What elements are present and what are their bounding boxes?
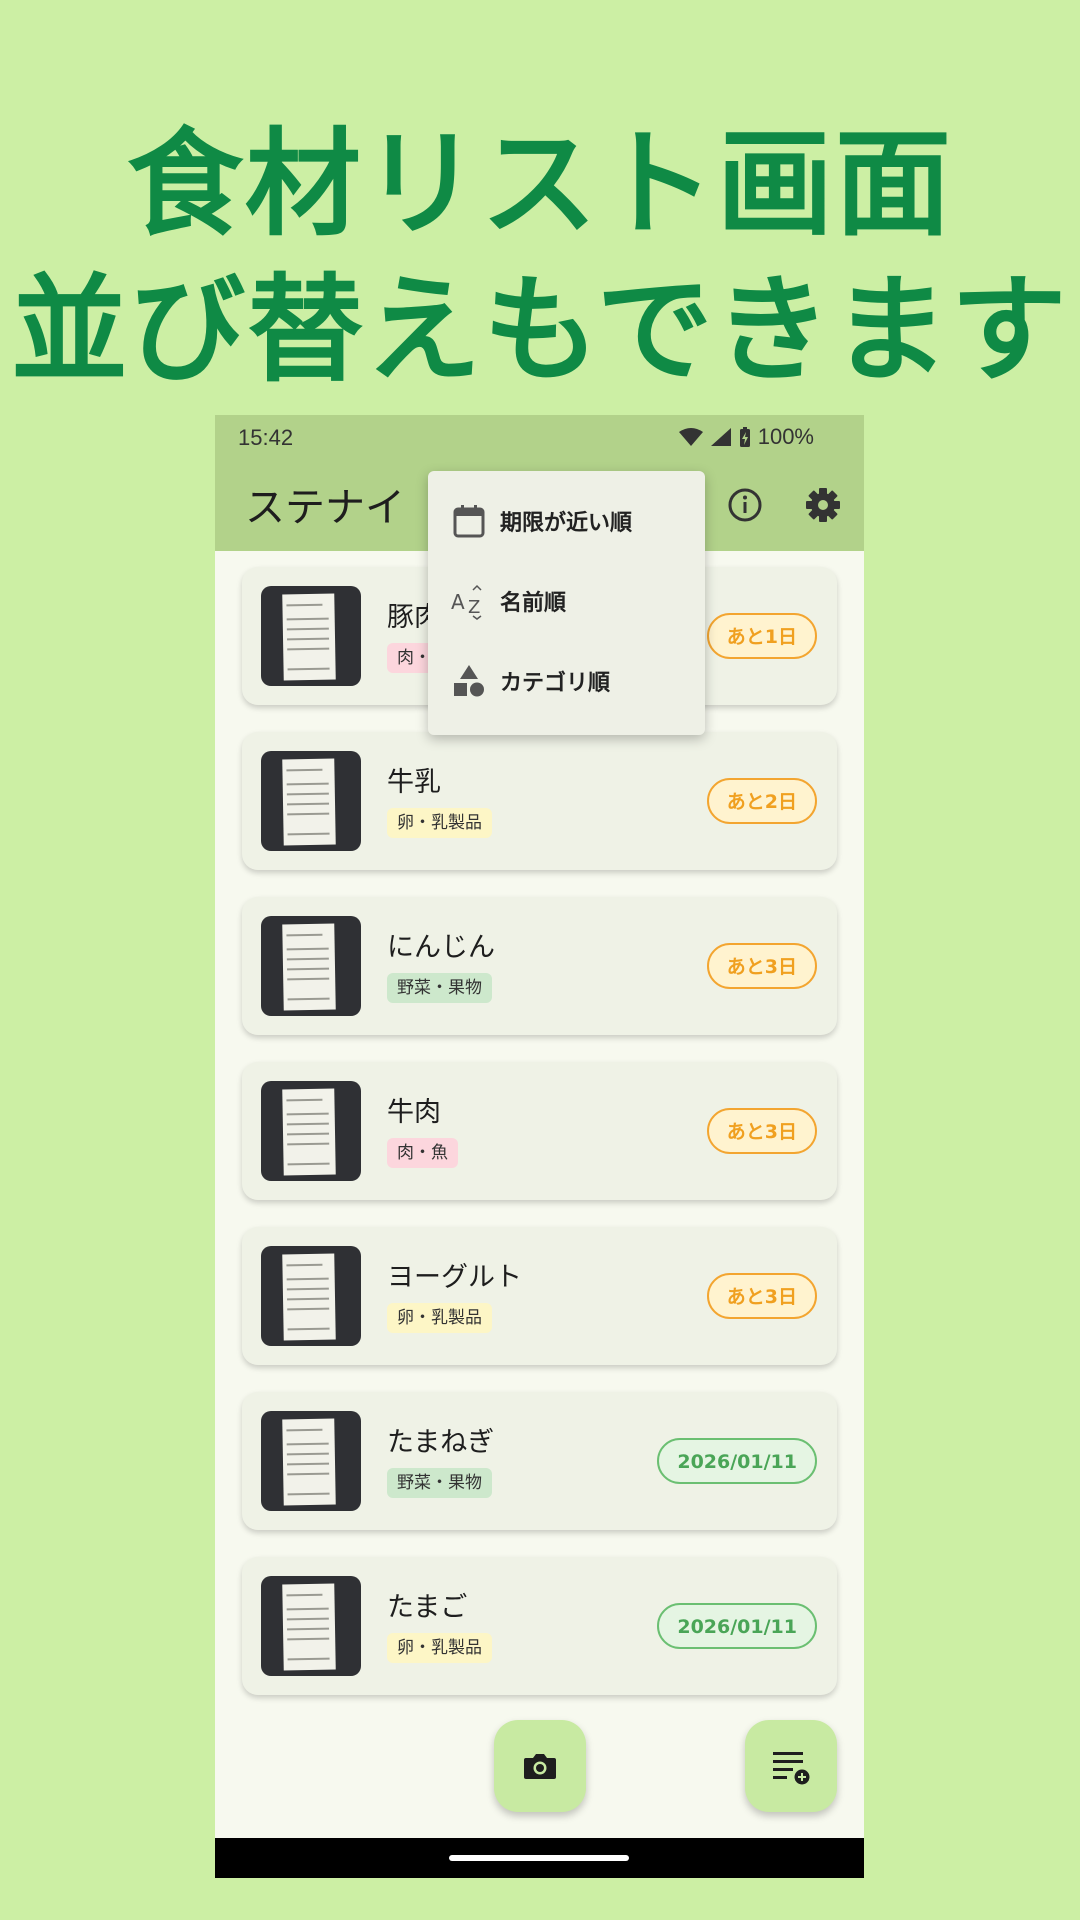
food-name: 牛肉 <box>387 1097 441 1128</box>
camera-button[interactable] <box>494 1720 586 1812</box>
food-card[interactable]: たまご 卵・乳製品 2026/01/11 <box>242 1557 837 1695</box>
receipt-thumbnail <box>261 1411 361 1511</box>
category-tag: 肉・魚 <box>387 1138 458 1168</box>
expiry-badge: あと2日 <box>706 778 817 824</box>
food-name: 牛乳 <box>387 767 441 798</box>
headline-line-2: 並び替えもできます <box>11 263 1069 398</box>
home-gesture-handle[interactable] <box>449 1855 629 1861</box>
expiry-badge: あと3日 <box>706 943 817 989</box>
category-tag: 卵・乳製品 <box>387 1303 492 1333</box>
food-card[interactable]: たまねぎ 野菜・果物 2026/01/11 <box>242 1392 837 1530</box>
expiry-badge: あと3日 <box>706 1108 817 1154</box>
navigation-bar <box>215 1838 864 1878</box>
info-icon[interactable] <box>725 485 765 525</box>
menu-item-label: 期限が近い順 <box>500 511 633 536</box>
sort-menu: 期限が近い順 A Z 名前順 カテゴリ順 <box>428 471 705 735</box>
receipt-thumbnail <box>261 1576 361 1676</box>
food-name: ヨーグルト <box>387 1262 522 1293</box>
svg-text:Z: Z <box>468 597 480 618</box>
sort-by-name[interactable]: A Z 名前順 <box>428 566 705 636</box>
food-list: 豚肉 肉・魚 あと1日 牛乳 卵・乳製品 あと2日 にんじん 野菜・果物 あと3… <box>242 567 837 1722</box>
battery-icon <box>739 427 750 447</box>
food-card[interactable]: にんじん 野菜・果物 あと3日 <box>242 897 837 1035</box>
food-name: たまねぎ <box>387 1427 495 1458</box>
food-card[interactable]: 牛乳 卵・乳製品 あと2日 <box>242 732 837 870</box>
receipt-thumbnail <box>261 586 361 686</box>
headline-line-1: 食材リスト画面 <box>127 117 953 252</box>
category-tag: 野菜・果物 <box>387 1468 492 1498</box>
add-list-icon <box>773 1752 810 1785</box>
status-time: 15:42 <box>238 425 294 450</box>
food-name: たまご <box>387 1592 468 1623</box>
food-card[interactable]: 牛肉 肉・魚 あと3日 <box>242 1062 837 1200</box>
receipt-thumbnail <box>261 751 361 851</box>
phone-screen: 15:42 100% ステナイ 豚肉 肉・魚 あと1日 牛乳 卵・乳製品 あと2… <box>215 415 864 1878</box>
status-icons: 100% <box>678 424 814 450</box>
category-tag: 卵・乳製品 <box>387 808 492 838</box>
expiry-badge: あと1日 <box>706 613 817 659</box>
expiry-badge: 2026/01/11 <box>657 1603 817 1649</box>
app-title: ステナイ <box>245 485 405 531</box>
sort-by-category[interactable]: カテゴリ順 <box>428 646 705 716</box>
category-tag: 卵・乳製品 <box>387 1633 492 1663</box>
shapes-icon <box>454 665 484 697</box>
az-sort-icon: A Z <box>451 584 482 620</box>
expiry-badge: 2026/01/11 <box>657 1438 817 1484</box>
receipt-thumbnail <box>261 1081 361 1181</box>
svg-text:A: A <box>451 590 465 614</box>
receipt-thumbnail <box>261 916 361 1016</box>
expiry-badge: あと3日 <box>706 1273 817 1319</box>
wifi-icon <box>678 428 703 446</box>
add-list-button[interactable] <box>745 1720 837 1812</box>
food-card[interactable]: ヨーグルト 卵・乳製品 あと3日 <box>242 1227 837 1365</box>
calendar-icon <box>453 505 485 538</box>
food-name: にんじん <box>387 932 495 963</box>
signal-icon <box>710 428 731 446</box>
camera-icon <box>524 1754 556 1779</box>
menu-item-label: カテゴリ順 <box>500 671 611 696</box>
receipt-thumbnail <box>261 1246 361 1346</box>
category-tag: 野菜・果物 <box>387 973 492 1003</box>
menu-item-label: 名前順 <box>500 591 567 616</box>
sort-by-expiry[interactable]: 期限が近い順 <box>428 486 705 556</box>
gear-icon[interactable] <box>803 485 843 525</box>
battery-percent: 100% <box>757 424 814 449</box>
